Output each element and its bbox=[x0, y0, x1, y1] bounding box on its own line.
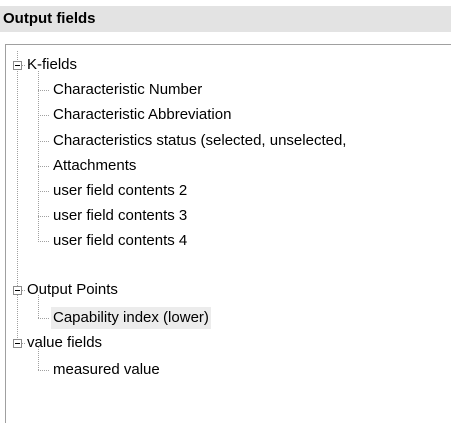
collapse-value-fields-icon[interactable] bbox=[13, 339, 22, 348]
tree-leaf-user-field-contents-2[interactable]: user field contents 2 bbox=[51, 180, 189, 202]
collapse-output-points-icon[interactable] bbox=[13, 286, 22, 295]
tree-leaf-characteristics-status[interactable]: Characteristics status (selected, unsele… bbox=[51, 130, 348, 152]
output-fields-header: Output fields bbox=[0, 6, 451, 32]
tree-leaf-capability-index-lower[interactable]: Capability index (lower) bbox=[51, 307, 211, 329]
tree-node-value-fields[interactable]: value fields bbox=[25, 332, 104, 354]
tree-leaf-attachments[interactable]: Attachments bbox=[51, 155, 138, 177]
tree-leaf-characteristic-abbreviation[interactable]: Characteristic Abbreviation bbox=[51, 104, 233, 126]
tree-node-output-points[interactable]: Output Points bbox=[25, 279, 120, 301]
output-fields-tree[interactable]: K-fields Characteristic Number Character… bbox=[5, 44, 451, 423]
tree-node-k-fields[interactable]: K-fields bbox=[25, 54, 79, 76]
tree-leaf-user-field-contents-3[interactable]: user field contents 3 bbox=[51, 205, 189, 227]
tree-leaf-characteristic-number[interactable]: Characteristic Number bbox=[51, 79, 204, 101]
collapse-k-fields-icon[interactable] bbox=[13, 61, 22, 70]
tree-leaf-measured-value[interactable]: measured value bbox=[51, 359, 162, 381]
tree-leaf-user-field-contents-4[interactable]: user field contents 4 bbox=[51, 230, 189, 252]
